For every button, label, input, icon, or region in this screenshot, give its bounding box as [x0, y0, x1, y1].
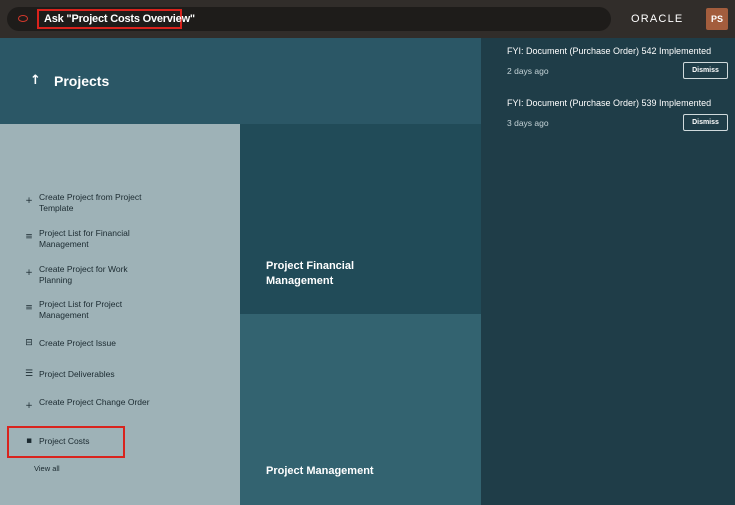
notification-title[interactable]: FYI: Document (Purchase Order) 542 Imple… [507, 46, 729, 56]
list-icon: ≡ [25, 232, 33, 242]
up-arrow-icon[interactable]: ↑ [30, 73, 41, 88]
checklist-icon: ☰ [24, 369, 34, 379]
dismiss-button[interactable]: Dismiss [683, 62, 728, 79]
quick-action-label: Project List for Project Management [39, 299, 123, 320]
quick-action-label: Create Project Change Order [39, 397, 150, 407]
project-costs-highlight [7, 426, 125, 458]
view-all-link[interactable]: View all [34, 464, 60, 473]
tile-label: Project Financial Management [266, 260, 355, 287]
projects-header: ↑ Projects [0, 38, 481, 124]
quick-action-label: Create Project Issue [39, 338, 117, 348]
notifications-panel: FYI: Document (Purchase Order) 542 Imple… [481, 38, 735, 505]
oracle-logo[interactable]: ORACLE [631, 13, 683, 25]
page-title: Projects [54, 73, 110, 89]
list-icon: ≡ [25, 303, 33, 313]
plus-icon: + [25, 401, 33, 411]
quick-action-label: Project List for Financial Management [39, 228, 130, 249]
ask-prompt-highlight[interactable]: Ask "Project Costs Overview" [37, 9, 195, 29]
dismiss-button[interactable]: Dismiss [683, 114, 728, 131]
notification-title[interactable]: FYI: Document (Purchase Order) 539 Imple… [507, 98, 729, 108]
ask-prompt-text: Ask "Project Costs Overview" [44, 13, 195, 25]
quick-actions-panel: + Create Project from Project Template ≡… [0, 124, 240, 505]
tile-project-financial-management[interactable]: Project Financial Management [240, 124, 481, 314]
tile-project-management[interactable]: Project Management [240, 314, 481, 505]
notification-time: 3 days ago [507, 118, 549, 128]
quick-action-label: Create Project from Project Template [39, 192, 142, 213]
oracle-oval-icon [18, 15, 28, 22]
quick-action-label: Project Deliverables [39, 369, 115, 379]
ask-oracle-search[interactable]: Ask "Project Costs Overview" [7, 7, 611, 31]
notification-item: FYI: Document (Purchase Order) 542 Imple… [507, 46, 729, 79]
issue-icon: ⊟ [25, 338, 33, 348]
notification-item: FYI: Document (Purchase Order) 539 Imple… [507, 98, 729, 131]
plus-icon: + [25, 268, 33, 278]
quick-action-label: Create Project for Work Planning [39, 264, 128, 285]
tile-label: Project Management [266, 465, 374, 477]
plus-icon: + [25, 196, 33, 206]
user-avatar[interactable]: PS [706, 8, 728, 30]
notification-time: 2 days ago [507, 66, 549, 76]
top-bar: Ask "Project Costs Overview" ORACLE PS [0, 0, 735, 38]
